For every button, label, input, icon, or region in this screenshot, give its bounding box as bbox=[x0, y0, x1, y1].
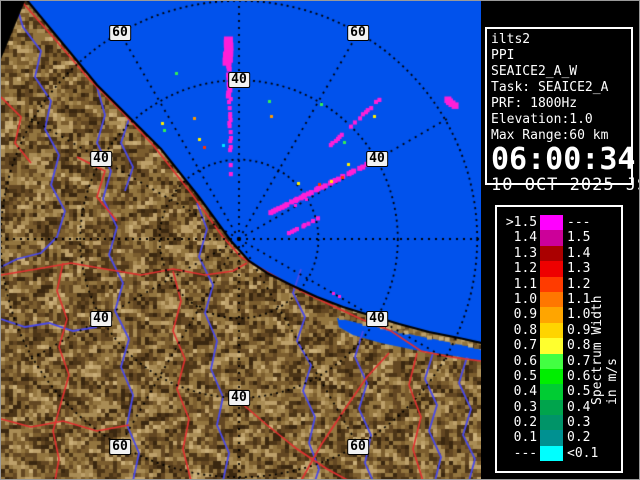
range-label-40-4: 40 bbox=[366, 151, 388, 167]
legend-right-label: 0.3 bbox=[567, 415, 591, 431]
legend-color-cell bbox=[540, 368, 564, 385]
legend-color-cell bbox=[540, 276, 564, 292]
clock-date: 10 OCT 2025 JST bbox=[491, 175, 639, 195]
legend-color-cell bbox=[540, 384, 564, 400]
radar-info-lines: ilts2 PPI SEAICE2_A_W Task: SEAICE2_A PRF: 1… bbox=[491, 32, 627, 144]
legend-color-cell bbox=[540, 230, 564, 246]
range-label-40-5: 40 bbox=[90, 311, 112, 327]
legend-color-cell bbox=[540, 322, 564, 339]
range-label-60-9: 60 bbox=[347, 439, 369, 455]
legend-left-label: 0.3 bbox=[513, 399, 538, 415]
legend-left-label: --- bbox=[513, 445, 538, 461]
legend-color-cell bbox=[540, 399, 564, 416]
legend-color-cell bbox=[540, 245, 564, 262]
range-label-60-2: 60 bbox=[347, 25, 369, 41]
legend-color-cell bbox=[540, 215, 564, 231]
legend-left-label: 0.5 bbox=[513, 368, 538, 384]
legend-left-label: 1.2 bbox=[513, 261, 538, 277]
range-label-60-1: 60 bbox=[109, 25, 131, 41]
legend-left-label: 0.1 bbox=[513, 430, 538, 446]
range-label-40-7: 40 bbox=[228, 390, 250, 406]
legend-left-label: 0.6 bbox=[513, 353, 538, 369]
legend-row-0: >1.5 --- bbox=[499, 215, 609, 231]
legend-color-cell bbox=[540, 445, 564, 462]
radar-info-panel: ilts2 PPI SEAICE2_A_W Task: SEAICE2_A PRF: 1… bbox=[485, 27, 639, 195]
legend-right-label: 1.4 bbox=[567, 245, 591, 261]
radar-map-display: 40 60 60 40 40 40 40 40 60 60 bbox=[1, 1, 481, 479]
legend-left-label: >1.5 bbox=[505, 215, 538, 230]
legend-color-cell bbox=[540, 291, 564, 308]
legend-left-label: 1.3 bbox=[513, 245, 538, 261]
legend-left-label: 1.4 bbox=[513, 230, 538, 246]
spectrum-width-legend: >1.5 --- 1.4 1.5 1.3 1.4 1.2 1.3 1.1 1.2 1.0 1.1 0.9… bbox=[495, 205, 627, 477]
legend-title: Spectrum Width in m/s bbox=[590, 295, 620, 405]
legend-row-14: 0.1 0.2 bbox=[499, 430, 609, 446]
legend-color-cell bbox=[540, 261, 564, 277]
legend-color-cell bbox=[540, 415, 564, 431]
legend-row-13: 0.2 0.3 bbox=[499, 415, 609, 431]
legend-right-label: 1.5 bbox=[567, 230, 591, 246]
range-label-40-3: 40 bbox=[90, 151, 112, 167]
legend-right-label: 0.2 bbox=[567, 430, 591, 446]
legend-right-label: <0.1 bbox=[567, 445, 599, 461]
radar-app-window: 40 60 60 40 40 40 40 40 60 60 ilts2 PPI SEAICE2_A_W… bbox=[0, 0, 640, 480]
legend-left-label: 0.7 bbox=[513, 338, 538, 354]
legend-left-label: 0.2 bbox=[513, 415, 538, 431]
legend-left-label: 1.1 bbox=[513, 276, 538, 292]
legend-row-15: --- <0.1 bbox=[499, 445, 609, 462]
range-label-40-0: 40 bbox=[228, 72, 250, 88]
legend-color-cell bbox=[540, 307, 564, 323]
legend-color-cell bbox=[540, 353, 564, 369]
info-line-3: Task: SEAICE2_A bbox=[491, 80, 609, 95]
legend-left-label: 0.9 bbox=[513, 307, 538, 323]
range-label-60-8: 60 bbox=[109, 439, 131, 455]
legend-row-1: 1.4 1.5 bbox=[499, 230, 609, 246]
legend-color-cell bbox=[540, 430, 564, 446]
info-line-1: PPI bbox=[491, 48, 515, 63]
legend-left-label: 1.0 bbox=[513, 291, 538, 307]
legend-row-2: 1.3 1.4 bbox=[499, 245, 609, 262]
info-line-5: Elevation:1.0 bbox=[491, 112, 593, 127]
info-line-4: PRF: 1800Hz bbox=[491, 96, 578, 111]
range-label-40-6: 40 bbox=[366, 311, 388, 327]
info-line-2: SEAICE2_A_W bbox=[491, 64, 578, 79]
legend-color-cell bbox=[540, 338, 564, 354]
legend-right-label: --- bbox=[567, 215, 591, 230]
clock-time: 06:00:34 bbox=[491, 142, 636, 177]
info-line-0: ilts2 bbox=[491, 32, 531, 47]
legend-left-label: 0.4 bbox=[513, 384, 538, 400]
legend-left-label: 0.8 bbox=[513, 322, 538, 338]
